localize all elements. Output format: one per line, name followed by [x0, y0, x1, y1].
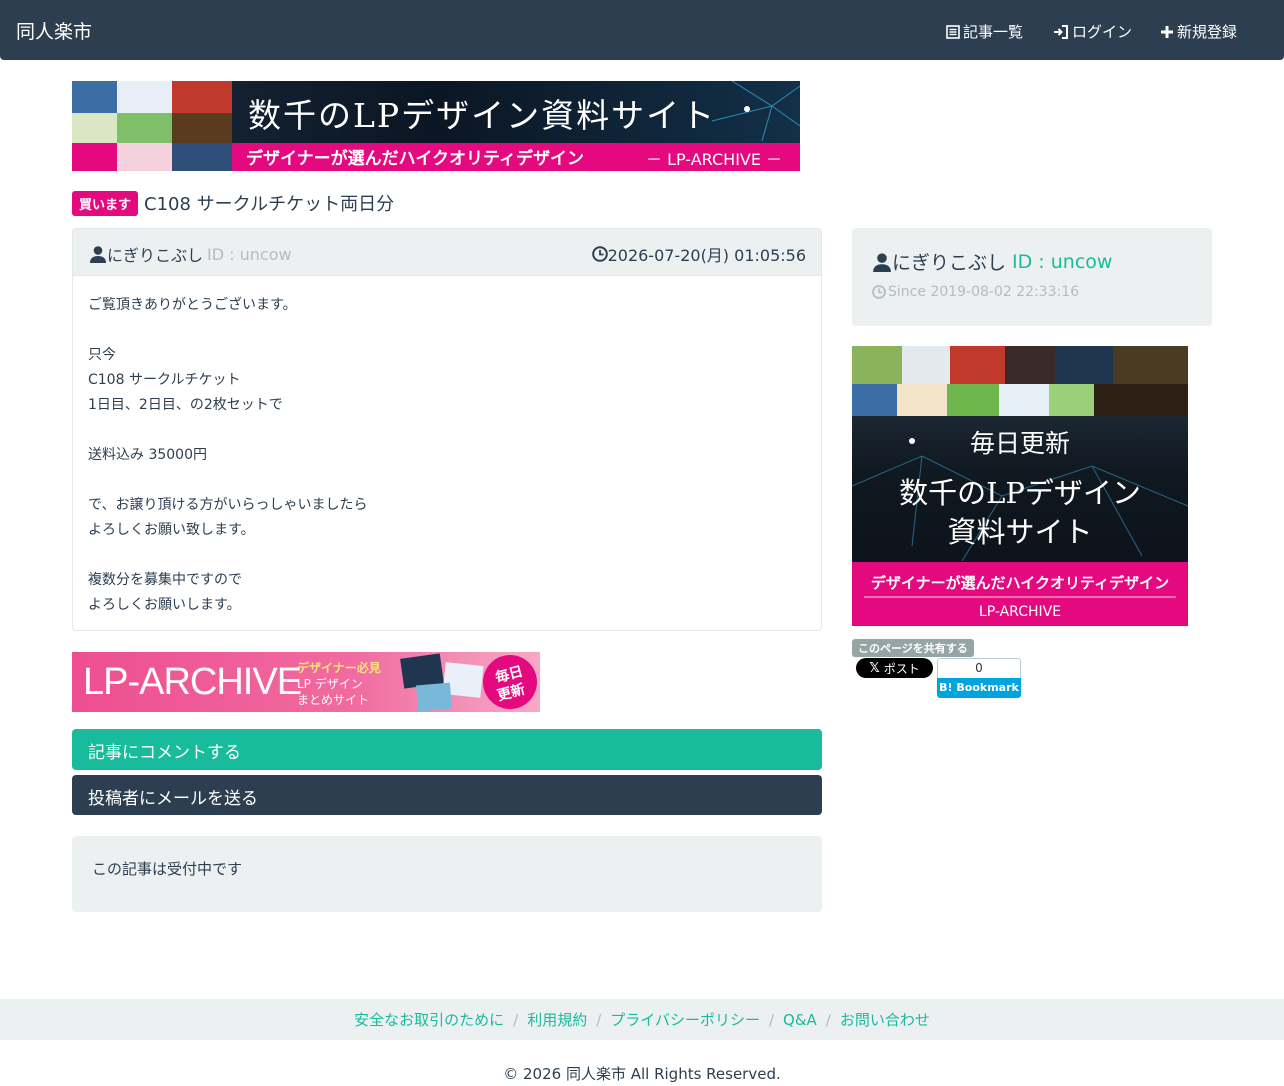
post-body-line: 複数分を募集中ですので — [88, 572, 242, 588]
banner-mid-brand: LP-ARCHIVE — [83, 661, 302, 703]
footer-link-qa[interactable]: Q&A — [783, 1011, 817, 1029]
footer-separator: / — [768, 1010, 775, 1029]
post-body-line: よろしくお願い致します。 — [88, 522, 255, 538]
nav-label: 記事一覧 — [963, 23, 1024, 41]
banner-mid-line3: まとめサイト — [297, 693, 370, 707]
clock-icon — [872, 285, 886, 299]
side-banner-line2: 資料サイト — [947, 515, 1093, 549]
post-title: C108 サークルチケット両日分 — [144, 194, 395, 215]
nav-login[interactable]: ログイン — [1053, 21, 1132, 42]
footer-separator: / — [825, 1010, 831, 1029]
clock-icon — [591, 246, 608, 262]
post-body-line: 1日目、2日目、の2枚セットで — [88, 397, 283, 413]
banner-brand: － LP-ARCHIVE － — [646, 150, 783, 169]
banner-headline: 数千のLPデザイン資料サイト — [248, 96, 717, 135]
post-panel-header: にぎりこぶし ID : uncow 2026-07-20(月) 01:05:56 — [73, 229, 821, 276]
post-body-line: ご覧頂きありがとうございます。 — [88, 297, 297, 313]
post-author-name[interactable]: にぎりこぶし — [107, 242, 203, 266]
copyright: © 2026 同人楽市 All Rights Reserved. — [503, 1065, 781, 1083]
post-body-line — [88, 318, 806, 343]
nav-label: 新規登録 — [1177, 23, 1238, 41]
post-date-text: 2026-07-20(月) 01:05:56 — [607, 246, 806, 265]
share-label: このページを共有する — [852, 639, 974, 657]
buy-badge: 買います — [72, 190, 139, 216]
x-post-button[interactable]: 𝕏 ポスト — [856, 658, 933, 678]
x-post-label: ポスト — [883, 661, 920, 676]
mail-button[interactable]: 投稿者にメールを送る — [72, 775, 822, 815]
banner-mid-line1: デザイナー必見 — [297, 661, 381, 675]
user-icon — [90, 246, 106, 263]
sidebar-author-name[interactable]: にぎりこぶし — [892, 248, 1006, 275]
nav-label: ログイン — [1072, 23, 1133, 41]
post-body-line: C108 サークルチケット — [88, 372, 241, 388]
post-body: ご覧頂きありがとうございます。 只今 C108 サークルチケット 1日目、2日目、の2… — [73, 276, 821, 630]
post-body-line — [88, 418, 806, 443]
post-author-id: ID : uncow — [207, 244, 292, 264]
side-banner-tagline: デザイナーが選んだハイクオリティデザイン — [870, 574, 1170, 592]
hatena-count: 0 — [937, 658, 1021, 678]
sidebar-since: Since 2019-08-02 22:33:16 — [872, 284, 1079, 300]
status-text: この記事は受付中です — [92, 860, 243, 878]
sidebar-user-card: にぎりこぶし ID : uncow Since 2019-08-02 22:33… — [852, 228, 1212, 326]
nav-register[interactable]: 新規登録 — [1160, 21, 1237, 42]
lp-archive-banner-mid[interactable]: LP-ARCHIVE デザイナー必見 LP デザイン まとめサイト 毎日 更新 — [72, 652, 540, 712]
footer-link-terms[interactable]: 利用規約 — [527, 1009, 587, 1030]
post-panel: にぎりこぶし ID : uncow 2026-07-20(月) 01:05:56… — [72, 228, 822, 631]
user-icon — [873, 252, 891, 272]
x-logo-icon: 𝕏 — [869, 660, 880, 676]
post-body-line: で、お譲り頂ける方がいらっしゃいましたら — [88, 497, 368, 513]
brand-link[interactable]: 同人楽市 — [16, 17, 92, 44]
hatena-bookmark-button[interactable]: 0 B! Bookmark — [937, 658, 1021, 698]
lp-archive-banner-top[interactable]: 数千のLPデザイン資料サイト デザイナーが選んだハイクオリティデザイン － LP… — [72, 81, 800, 171]
side-banner-brand: LP-ARCHIVE — [978, 604, 1062, 620]
login-icon — [1054, 24, 1068, 39]
side-banner-line1: 数千のLPデザイン — [899, 476, 1141, 510]
comment-button[interactable]: 記事にコメントする — [72, 729, 822, 770]
banner-tagline: デザイナーが選んだハイクオリティデザイン — [246, 149, 584, 169]
footer-link-safety[interactable]: 安全なお取引のために — [354, 1009, 504, 1030]
post-body-line — [88, 468, 806, 493]
navbar: 同人楽市 記事一覧 ログイン 新規登録 — [0, 0, 1284, 60]
post-title-row: 買います C108 サークルチケット両日分 — [72, 190, 394, 216]
footer-link-contact[interactable]: お問い合わせ — [840, 1009, 930, 1030]
footer-links: 安全なお取引のために / 利用規約 / プライバシーポリシー / Q&A / お… — [0, 999, 1284, 1040]
lp-archive-banner-side[interactable]: 毎日更新 数千のLPデザイン 資料サイト デザイナーが選んだハイクオリティデザイ… — [852, 346, 1188, 626]
list-icon — [946, 24, 960, 39]
post-body-line: 只今 — [88, 347, 116, 363]
side-banner-daily: 毎日更新 — [969, 429, 1070, 458]
banner-mid-line2: LP デザイン — [297, 677, 363, 691]
hatena-label: B! Bookmark — [937, 678, 1021, 698]
post-body-line: 送料込み 35000円 — [88, 447, 207, 463]
sidebar-author: にぎりこぶし ID : uncow — [872, 248, 1112, 275]
post-body-line: よろしくお願いします。 — [88, 597, 241, 613]
footer-separator: / — [513, 1010, 519, 1029]
footer-link-privacy[interactable]: プライバシーポリシー — [610, 1009, 760, 1030]
sidebar-since-text: Since 2019-08-02 22:33:16 — [888, 284, 1080, 300]
sidebar-author-id: ID : uncow — [1012, 250, 1113, 273]
post-body-line — [88, 543, 806, 568]
footer-separator: / — [596, 1010, 602, 1029]
post-author: にぎりこぶし ID : uncow — [89, 242, 292, 266]
post-date: 2026-07-20(月) 01:05:56 — [591, 242, 806, 266]
status-well: この記事は受付中です — [72, 836, 822, 912]
plus-icon — [1161, 25, 1173, 38]
nav-article-list[interactable]: 記事一覧 — [946, 21, 1023, 42]
